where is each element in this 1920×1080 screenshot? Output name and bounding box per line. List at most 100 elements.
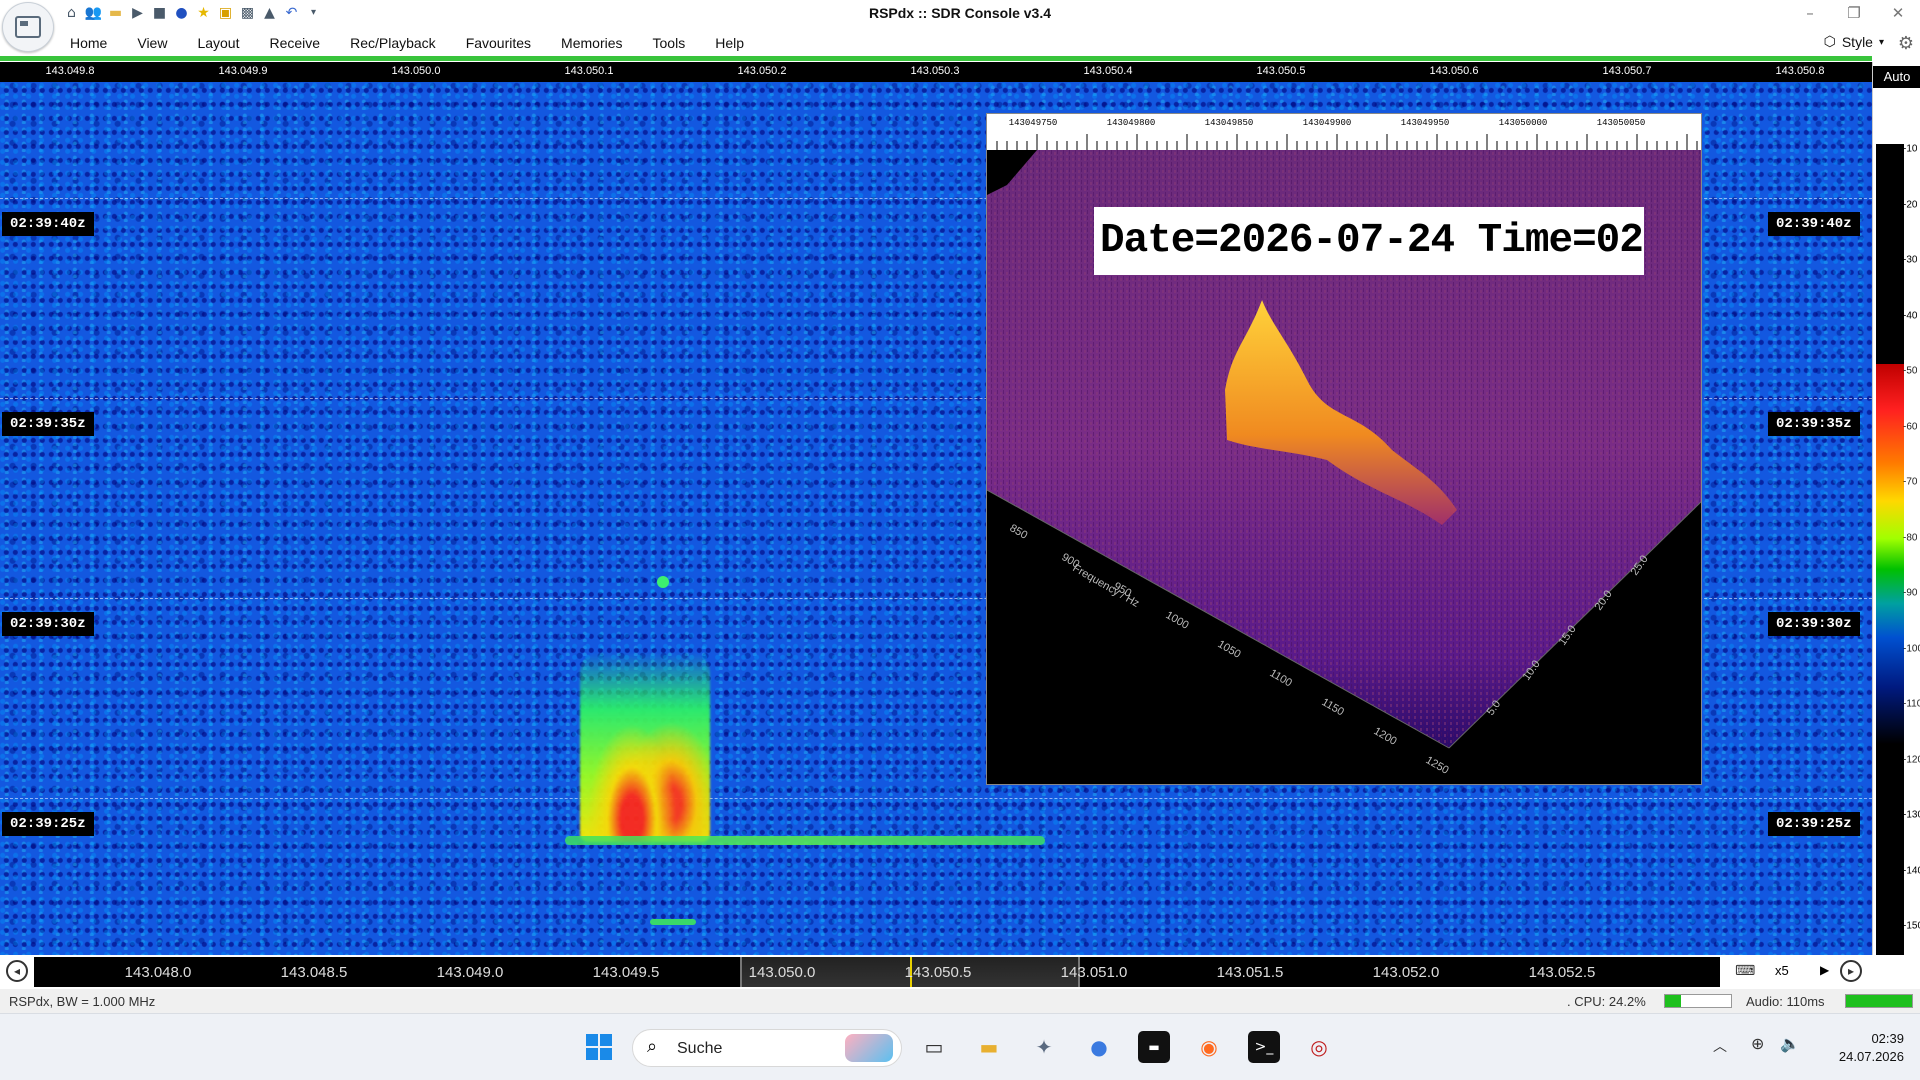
top-frequency-scale[interactable]: 143.049.8 143.049.9 143.050.0 143.050.1 143.… [0,62,1872,82]
menu-item-tools[interactable]: Tools [653,35,701,51]
db-tick: -150 [1903,920,1920,932]
menu-item-home[interactable]: Home [70,35,122,51]
menu-item-layout[interactable]: Layout [197,35,254,51]
db-tick: -70 [1903,476,1918,488]
search-highlight-icon [845,1034,893,1062]
taskbar-clock[interactable]: 02:39 24.07.2026 [1839,1030,1904,1066]
style-menu[interactable]: ⬡ Style ▾ [1824,34,1884,50]
db-tick: -80 [1903,532,1918,543]
carrier-trace [565,836,1045,845]
main-menu: Home View Layout Receive Rec/Playback Favouri… [70,35,774,51]
satellite-app-icon[interactable]: ✦ [1028,1031,1060,1063]
db-tick: -50 [1903,365,1918,377]
top-scale-label: 143.050.4 [1083,65,1133,77]
menu-item-recplayback[interactable]: Rec/Playback [350,35,451,51]
sdr-console-icon[interactable]: ◎ [1303,1031,1335,1063]
zoom-next-icon[interactable]: ▶ [1820,963,1829,977]
top-scale-label: 143.050.6 [1429,65,1479,77]
timestamp-left: 02:39:30z [2,612,94,636]
top-scale-label: 143.050.0 [391,65,441,77]
terminal-icon[interactable]: ▬ [1138,1031,1170,1063]
freq-tick: 1150 [1320,696,1346,718]
drop-app-icon[interactable]: ● [1083,1031,1115,1063]
signal-dot [657,576,669,588]
timestamp-left: 02:39:35z [2,412,94,436]
audio-label: Audio: 110ms [1746,994,1825,1009]
menu-item-receive[interactable]: Receive [270,35,336,51]
minimize-button[interactable]: – [1790,2,1830,24]
db-scale[interactable]: Auto -10 -20 -30 -40 -50 -60 -70 -80 -90 -100 -110… [1872,62,1920,955]
db-tick: -90 [1903,587,1918,599]
restore-button[interactable]: ❐ [1834,2,1874,24]
timestamp-right: 02:39:35z [1768,412,1860,436]
scroll-left-button[interactable]: ◂ [6,960,28,982]
inset-ruler-label: 143049900 [1302,118,1352,128]
menu-item-help[interactable]: Help [715,35,759,51]
freq-tick: 1250 [1424,754,1451,777]
bottom-scale-label: 143.051.0 [1060,964,1128,981]
inset-ruler-label: 143049750 [1008,118,1058,128]
signal-blip [650,919,696,925]
taskbar-search[interactable]: ⌕ Suche [632,1029,902,1067]
task-view-icon[interactable]: ▭ [918,1031,950,1063]
title-bar: ⌂ 👥 ▬ ▶ ■ ● ★ ▣ ▩ ▲ ↶ ▾ RSPdx :: SDR Con… [0,0,1920,52]
auto-button[interactable]: Auto [1873,66,1920,88]
inset-ruler-label: 143049800 [1106,118,1156,128]
scroll-right-button[interactable]: ▸ [1840,960,1862,982]
db-color-bar [1876,364,1904,744]
db-tick: -10 [1903,143,1918,155]
db-tick: -60 [1903,421,1918,432]
db-tick: -120 [1903,754,1920,765]
bottom-scale-label: 143.048.0 [124,964,192,981]
top-scale-label: 143.050.3 [910,65,960,77]
inset-ruler-label: 143050000 [1498,118,1548,128]
timestamp-right: 02:39:25z [1768,812,1860,836]
timestamp-right: 02:39:30z [1768,612,1860,636]
bottom-scale-label: 143.048.5 [280,964,348,981]
settings-gear-icon[interactable]: ⚙ [1898,33,1914,54]
inset-ruler-label: 143050050 [1596,118,1646,128]
db-tick: -110 [1903,698,1920,710]
freq-tick: 1100 [1268,667,1294,689]
zoom-level[interactable]: x5 [1775,963,1789,978]
style-label: Style [1841,34,1873,50]
bottom-scale-label: 143.051.5 [1216,964,1284,981]
menu-item-memories[interactable]: Memories [561,35,637,51]
meteor-burst-signal [580,652,710,842]
bottom-frequency-scale[interactable]: 143.048.0 143.048.5 143.049.0 143.049.5 143.… [34,957,1720,987]
freq-tick: 1200 [1372,725,1399,748]
menu-item-favourites[interactable]: Favourites [466,35,546,51]
bottom-scale-label: 143.050.5 [904,964,972,981]
menu-item-view[interactable]: View [137,35,182,51]
top-scale-label: 143.050.1 [564,65,614,77]
taskbar: ⌕ Suche ▭ ▬ ✦ ● ▬ ◉ >_ ◎ ︿ ⊕ 🔈 02:39 24.… [0,1013,1920,1080]
volume-icon[interactable]: 🔈 [1780,1034,1800,1053]
db-bar-bottom [1876,744,1904,955]
freq-tick: 850 [1008,522,1030,542]
chevron-down-icon: ▾ [1878,36,1884,48]
network-icon[interactable]: ⊕ [1751,1034,1764,1053]
close-button[interactable]: ✕ [1878,2,1918,24]
bottom-scale-label: 143.050.0 [748,964,816,981]
inset-3d-spectrum: 143049750 143049800 143049850 143049900 1430… [986,113,1702,785]
bottom-scale-label: 143.052.0 [1372,964,1440,981]
windows-start-icon[interactable] [583,1031,615,1063]
file-explorer-icon[interactable]: ▬ [973,1031,1005,1063]
cpu-label: . CPU: 24.2% [1567,994,1646,1009]
tuning-bar [0,56,1872,61]
firefox-icon[interactable]: ◉ [1193,1031,1225,1063]
db-tick: -30 [1903,254,1918,266]
date-time-label: Date=2026-07-24 Time=02:39 [1094,207,1644,275]
console-icon[interactable]: >_ [1248,1031,1280,1063]
bottom-frequency-bar: ◂ 143.048.0 143.048.5 143.049.0 143.049.5 14… [0,955,1920,989]
tray-chevron-icon[interactable]: ︿ [1713,1036,1727,1056]
keyboard-icon[interactable]: ⌨ [1735,963,1755,979]
db-tick: -20 [1903,199,1918,210]
freq-tick: 1000 [1164,609,1191,632]
windows-logo-icon [586,1034,612,1060]
audio-meter [1845,994,1913,1008]
top-scale-label: 143.050.2 [737,65,787,77]
app-menu-button[interactable] [2,2,54,52]
status-bar: RSPdx, BW = 1.000 MHz . CPU: 24.2% Audio… [0,989,1920,1013]
timestamp-left: 02:39:25z [2,812,94,836]
